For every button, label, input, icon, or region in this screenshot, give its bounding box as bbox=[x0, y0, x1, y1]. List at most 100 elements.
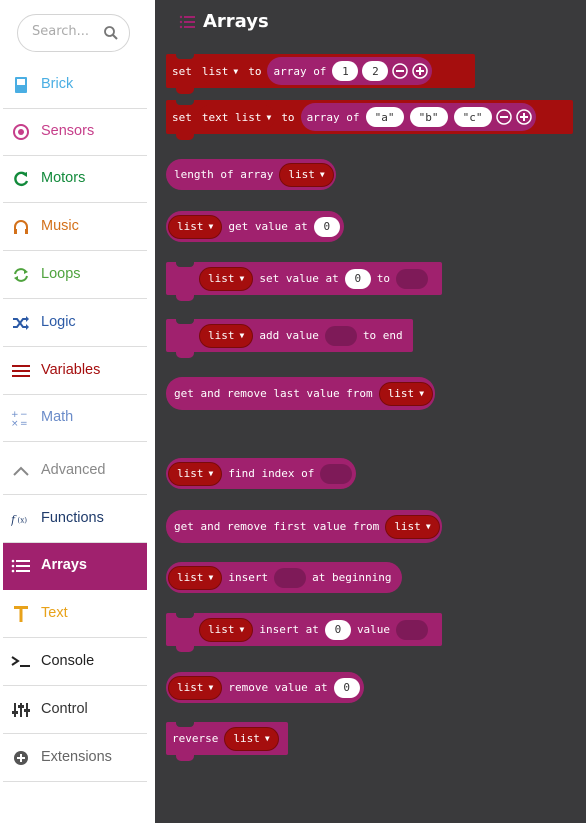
search-box[interactable] bbox=[17, 14, 130, 52]
dropdown-label: list bbox=[387, 387, 415, 400]
variable-dropdown[interactable]: list ▼ bbox=[224, 726, 279, 751]
math-icon: + − × = bbox=[11, 407, 31, 429]
flyout-title-text: Arrays bbox=[203, 11, 269, 32]
insert-at-block[interactable]: list ▼ insert at 0 value bbox=[166, 612, 442, 652]
block-text: to bbox=[376, 272, 391, 285]
variable-dropdown[interactable]: list ▼ bbox=[279, 162, 334, 187]
category-sensors[interactable]: Sensors bbox=[3, 109, 147, 156]
category-math[interactable]: + − × = Math bbox=[3, 395, 147, 442]
caret-down-icon: ▼ bbox=[266, 112, 272, 122]
category-console[interactable]: Console bbox=[3, 639, 147, 686]
variable-dropdown[interactable]: list ▼ bbox=[168, 675, 223, 700]
category-brick[interactable]: Brick bbox=[3, 62, 147, 109]
remove-last-value-block[interactable]: get and remove last value from list ▼ bbox=[166, 377, 436, 410]
value-slot[interactable] bbox=[396, 268, 429, 289]
variable-dropdown[interactable]: list ▼ bbox=[199, 323, 254, 348]
variable-dropdown[interactable]: list ▼ bbox=[168, 461, 223, 486]
array-of-block[interactable]: array of "a" "b" "c" bbox=[300, 103, 536, 131]
block-text: set bbox=[172, 110, 192, 124]
reverse-block[interactable]: reverse list ▼ bbox=[166, 721, 288, 761]
variable-dropdown[interactable]: list ▼ bbox=[385, 514, 440, 539]
number-input[interactable]: 1 bbox=[332, 61, 359, 81]
category-functions[interactable]: f (x) Functions bbox=[3, 496, 147, 543]
length-of-array-block[interactable]: length of array list ▼ bbox=[166, 159, 336, 190]
get-value-at-block[interactable]: list ▼ get value at 0 bbox=[166, 211, 344, 242]
set-list-block[interactable]: set list ▼ to array of 1 2 bbox=[166, 53, 475, 94]
category-variables[interactable]: Variables bbox=[3, 348, 147, 395]
search-icon[interactable] bbox=[103, 25, 119, 41]
block-notch bbox=[176, 53, 194, 59]
svg-text:f: f bbox=[11, 514, 17, 527]
variable-dropdown[interactable]: list ▼ bbox=[168, 565, 223, 590]
text-input[interactable]: "c" bbox=[453, 107, 492, 127]
text-input[interactable]: "a" bbox=[365, 107, 404, 127]
block-text: reverse bbox=[172, 732, 219, 745]
svg-text:(x): (x) bbox=[17, 516, 27, 525]
block-tab bbox=[176, 133, 194, 140]
array-of-block[interactable]: array of 1 2 bbox=[267, 57, 433, 85]
value-slot[interactable] bbox=[396, 619, 429, 640]
category-music[interactable]: Music bbox=[3, 204, 147, 251]
category-text[interactable]: Text bbox=[3, 591, 147, 638]
text-input[interactable]: "b" bbox=[409, 107, 448, 127]
block-text: array of bbox=[306, 110, 360, 124]
category-motors[interactable]: Motors bbox=[3, 156, 147, 203]
category-label: Text bbox=[41, 605, 68, 621]
category-advanced[interactable]: Advanced bbox=[3, 448, 147, 495]
find-index-block[interactable]: list ▼ find index of bbox=[166, 458, 357, 489]
minus-circle-icon[interactable] bbox=[495, 109, 512, 125]
variable-dropdown[interactable]: list ▼ bbox=[168, 214, 223, 239]
remove-first-value-block[interactable]: get and remove first value from list ▼ bbox=[166, 510, 442, 543]
block-text: get and remove first value from bbox=[174, 520, 380, 533]
control-sliders-icon bbox=[11, 699, 31, 721]
variable-dropdown[interactable]: list ▼ bbox=[197, 59, 243, 83]
sensors-icon bbox=[11, 121, 31, 143]
category-label: Math bbox=[41, 409, 74, 425]
number-input[interactable]: 2 bbox=[362, 61, 389, 81]
number-input[interactable]: 0 bbox=[324, 619, 351, 640]
set-text-list-block[interactable]: set text list ▼ to array of "a" "b" "c" bbox=[166, 99, 573, 140]
svg-text:×: × bbox=[11, 419, 19, 427]
loops-icon bbox=[11, 264, 31, 286]
category-arrays[interactable]: Arrays bbox=[3, 543, 147, 590]
number-input[interactable]: 0 bbox=[333, 677, 360, 698]
category-label: Sensors bbox=[41, 123, 95, 139]
plus-circle-icon[interactable] bbox=[515, 109, 532, 125]
block-text: length of array bbox=[174, 168, 274, 181]
shuffle-icon bbox=[11, 312, 31, 334]
block-tab bbox=[176, 87, 194, 94]
dropdown-label: list bbox=[394, 520, 421, 533]
remove-value-at-block[interactable]: list ▼ remove value at 0 bbox=[166, 672, 364, 703]
value-slot[interactable] bbox=[324, 325, 357, 346]
value-slot[interactable] bbox=[274, 567, 307, 588]
category-label: Console bbox=[41, 653, 95, 669]
caret-down-icon: ▼ bbox=[239, 625, 245, 634]
add-value-block[interactable]: list ▼ add value to end bbox=[166, 318, 413, 358]
functions-icon: f (x) bbox=[11, 508, 31, 530]
chevron-up-icon bbox=[11, 460, 31, 482]
dropdown-label: list bbox=[233, 732, 260, 745]
variable-dropdown[interactable]: text list ▼ bbox=[197, 105, 276, 129]
number-input[interactable]: 0 bbox=[313, 216, 340, 237]
category-control[interactable]: Control bbox=[3, 687, 147, 734]
variable-dropdown[interactable]: list ▼ bbox=[199, 617, 254, 642]
set-value-at-block[interactable]: list ▼ set value at 0 to bbox=[166, 261, 442, 301]
category-logic[interactable]: Logic bbox=[3, 300, 147, 347]
search-input[interactable] bbox=[32, 24, 102, 39]
value-slot[interactable] bbox=[320, 463, 353, 484]
plus-circle-icon[interactable] bbox=[412, 63, 429, 79]
number-input[interactable]: 0 bbox=[344, 268, 371, 289]
dropdown-label: text list bbox=[201, 110, 262, 124]
minus-circle-icon[interactable] bbox=[392, 63, 409, 79]
variable-dropdown[interactable]: list ▼ bbox=[199, 266, 254, 291]
category-loops[interactable]: Loops bbox=[3, 252, 147, 299]
variable-dropdown[interactable]: list ▼ bbox=[378, 381, 434, 406]
dropdown-label: list bbox=[201, 64, 229, 78]
category-extensions[interactable]: Extensions bbox=[3, 735, 147, 782]
block-notch bbox=[176, 318, 194, 324]
headphones-icon bbox=[11, 216, 31, 238]
dropdown-label: list bbox=[177, 681, 204, 694]
insert-at-beginning-block[interactable]: list ▼ insert at beginning bbox=[166, 562, 402, 593]
block-text: insert bbox=[228, 571, 269, 584]
dropdown-label: list bbox=[177, 467, 204, 480]
